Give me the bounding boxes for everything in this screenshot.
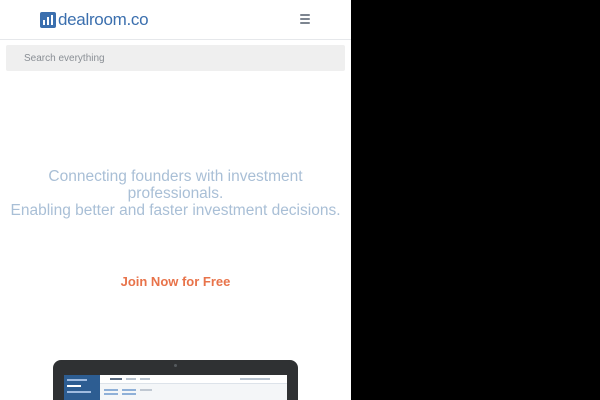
hero-line-2: professionals.: [127, 185, 224, 202]
join-now-button[interactable]: Join Now for Free: [0, 274, 351, 289]
search-input[interactable]: [6, 45, 345, 71]
top-navigation-bar: dealroom.co: [0, 0, 351, 40]
preview-toolbar: [100, 375, 287, 384]
laptop-screen-preview: [64, 375, 287, 400]
bar-chart-logo-icon: [40, 12, 56, 28]
dealroom-logo[interactable]: dealroom.co: [40, 10, 149, 30]
laptop-device-icon: [53, 360, 298, 400]
preview-sidebar: [64, 375, 100, 400]
logo-text: dealroom.co: [58, 10, 149, 29]
hero-line-3: Enabling better and faster investment de…: [10, 202, 341, 219]
hero-line-1: Connecting founders with investment: [48, 168, 303, 185]
laptop-camera: [174, 364, 177, 367]
hero-tagline: Connecting founders with investment prof…: [0, 168, 351, 219]
hamburger-menu-icon[interactable]: [300, 12, 310, 24]
page-viewport: dealroom.co Connecting founders with inv…: [0, 0, 351, 400]
